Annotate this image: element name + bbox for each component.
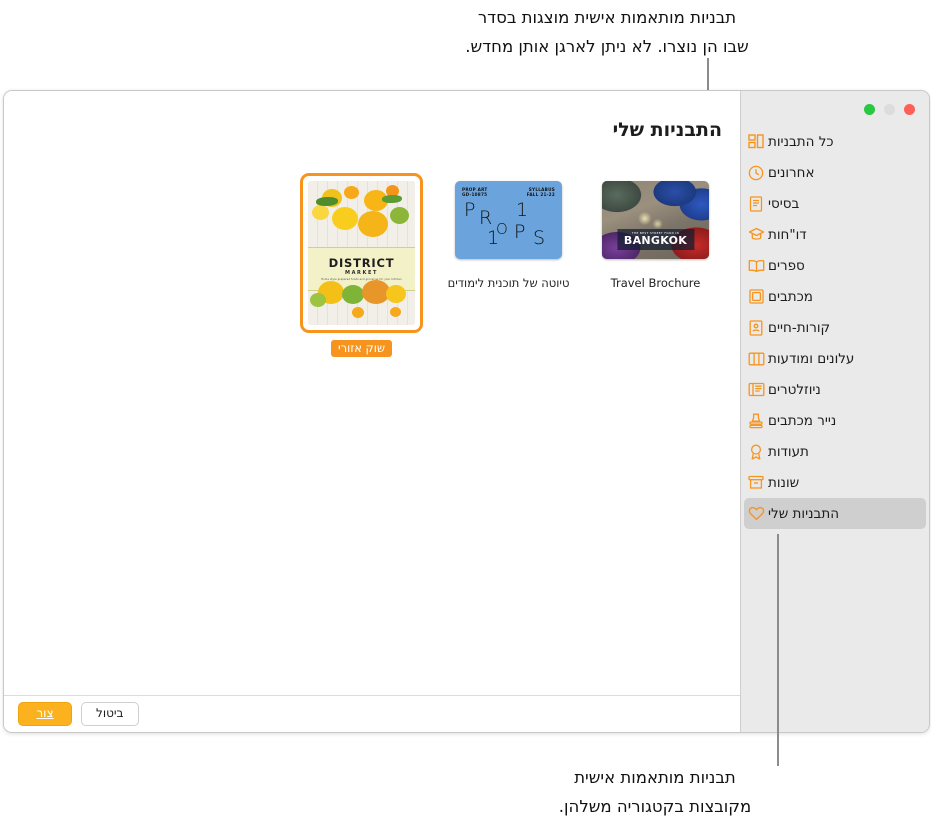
fruit-shape [342,285,364,304]
fruit-shape [382,195,402,203]
category-sidebar: כל התבניות אחרונים בסיסי דו"חות ספרים מכ… [740,91,929,732]
district-market-artwork: DISTRICT MARKET Home style prepared food… [308,181,415,325]
fruit-shape [390,307,401,317]
props-letter-p2: P [514,221,526,243]
template-caption: טיוטה של תוכנית לימודים [447,276,570,290]
props-header-left: PROP ART GD-10875 [462,187,488,198]
box-icon [744,473,768,493]
template-caption: Travel Brochure [610,276,701,290]
sidebar-item-label: אחרונים [768,164,815,181]
award-icon [744,442,768,462]
fruit-shape [358,211,388,237]
document-icon [744,194,768,214]
props-header-right: SYLLABUS FALL 21-22 [526,187,555,198]
stamp-icon [744,411,768,431]
top-annotation-text: תבניות מותאמות אישית מוצגות בסדר שבו הן … [465,8,749,56]
all-templates-icon [744,132,768,152]
sidebar-item-list: כל התבניות אחרונים בסיסי דו"חות ספרים מכ… [741,126,929,529]
fruit-shape [390,207,409,224]
template-thumbnail: DISTRICT MARKET Home style prepared food… [308,181,415,325]
sidebar-item-newsletters[interactable]: ניוזלטרים [744,374,926,405]
props-letter-r: R [479,207,493,229]
bangkok-overlay-main: BANGKOK [623,234,688,247]
district-market-subtitle: MARKET [345,270,378,277]
resume-icon [744,318,768,338]
fruit-shape [352,307,364,318]
template-tile-travel-brochure[interactable]: THE BEST STREET FOOD IN BANGKOK Travel B… [593,173,718,357]
sidebar-item-certificates[interactable]: תעודות [744,436,926,467]
sidebar-item-label: מכתבים [768,288,813,305]
sidebar-item-label: כל התבניות [768,133,834,150]
window-controls [741,95,929,123]
fruit-shape [344,186,359,199]
thumbnail-frame: THE BEST STREET FOOD IN BANGKOK [594,173,717,267]
minimize-button[interactable] [864,103,875,115]
sidebar-item-basic[interactable]: בסיסי [744,188,926,219]
template-caption-selected: שוק אזורי [331,340,392,357]
book-icon [744,256,768,276]
graduation-cap-icon [744,225,768,245]
sidebar-item-letters[interactable]: מכתבים [744,281,926,312]
newsletter-icon [744,380,768,400]
cancel-button[interactable]: ביטול [81,702,139,726]
brochure-icon [744,349,768,369]
template-chooser-main: התבניות שלי THE BEST STREET FOOD IN BANG… [4,91,740,732]
sidebar-item-label: בסיסי [768,195,800,212]
template-grid-area: התבניות שלי THE BEST STREET FOOD IN BANG… [4,91,740,695]
template-tile-syllabus[interactable]: PROP ART GD-10875 SYLLABUS FALL 21-22 P … [446,173,571,357]
sidebar-item-brochures[interactable]: עלונים ומודעות [744,343,926,374]
sidebar-item-resumes[interactable]: קורות-חיים [744,312,926,343]
heart-icon [744,504,768,524]
template-grid: THE BEST STREET FOOD IN BANGKOK Travel B… [4,173,722,357]
page-title: התבניות שלי [612,119,722,141]
fruit-shape [386,285,406,303]
sidebar-item-label: תעודות [768,443,809,460]
sidebar-item-label: התבניות שלי [768,505,840,522]
template-tile-district-market[interactable]: DISTRICT MARKET Home style prepared food… [299,173,424,357]
props-digit-1a: 1 [516,199,529,221]
fruit-shape [332,207,358,230]
sidebar-item-all-templates[interactable]: כל התבניות [744,126,926,157]
clock-icon [744,163,768,183]
sidebar-item-my-templates[interactable]: התבניות שלי [744,498,926,529]
district-market-title: DISTRICT [328,256,395,271]
create-button[interactable]: צור [18,702,72,726]
fruit-shape [316,197,338,206]
props-letter-s: S [533,227,546,249]
thumbnail-frame-selected: DISTRICT MARKET Home style prepared food… [300,173,423,333]
bottom-annotation-text: תבניות מותאמות אישית מקובצות בקטגוריה מש… [558,768,752,816]
zoom-button[interactable] [884,103,895,115]
props-artwork: PROP ART GD-10875 SYLLABUS FALL 21-22 P … [455,181,562,259]
props-letter-p1: P [464,199,476,221]
sidebar-item-label: ניוזלטרים [768,381,821,398]
sidebar-item-books[interactable]: ספרים [744,250,926,281]
fruit-shape [310,293,326,307]
sidebar-item-label: נייר מכתבים [768,412,837,429]
bottom-callout-line [777,534,779,766]
sidebar-item-label: עלונים ומודעות [768,350,855,367]
thumbnail-frame: PROP ART GD-10875 SYLLABUS FALL 21-22 P … [447,173,570,267]
choose-template-window: כל התבניות אחרונים בסיסי דו"חות ספרים מכ… [3,90,930,733]
frame-icon [744,287,768,307]
sidebar-item-misc[interactable]: שונות [744,467,926,498]
bangkok-overlay: THE BEST STREET FOOD IN BANGKOK [616,229,695,250]
close-button[interactable] [904,103,915,115]
sidebar-item-label: ספרים [768,257,805,274]
sidebar-item-recents[interactable]: אחרונים [744,157,926,188]
sidebar-item-label: דו"חות [768,226,807,243]
sidebar-item-reports[interactable]: דו"חות [744,219,926,250]
template-thumbnail: PROP ART GD-10875 SYLLABUS FALL 21-22 P … [455,181,562,259]
sidebar-item-label: שונות [768,474,800,491]
props-digit-1b: 1 [487,227,500,249]
fruit-shape [312,205,329,220]
sidebar-item-stationery[interactable]: נייר מכתבים [744,405,926,436]
dialog-button-bar: צור ביטול [4,695,740,732]
sidebar-item-label: קורות-חיים [768,319,831,336]
template-thumbnail: THE BEST STREET FOOD IN BANGKOK [602,181,709,259]
